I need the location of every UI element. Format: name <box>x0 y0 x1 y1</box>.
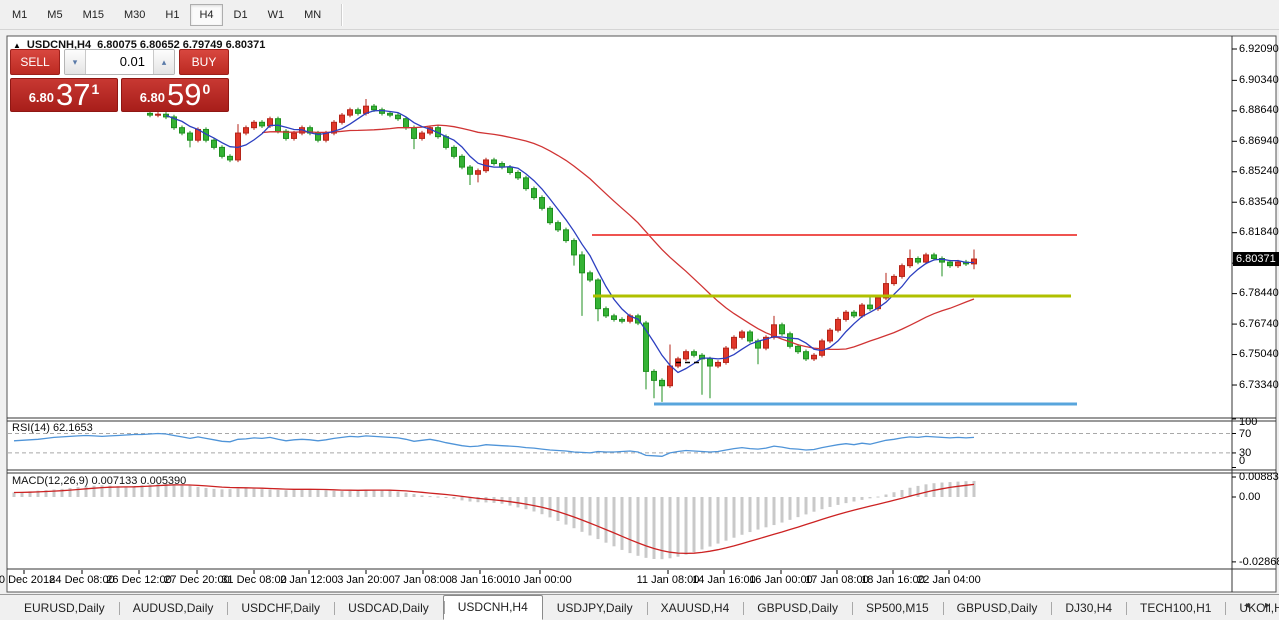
chart-tab-gbpusd-daily[interactable]: GBPUSD,Daily <box>943 597 1052 620</box>
one-click-price-row: 6.80 37 1 6.80 59 0 <box>10 78 229 112</box>
svg-text:18 Jan 16:00: 18 Jan 16:00 <box>861 574 925 586</box>
indicator-axis-label: 70 <box>1239 428 1251 440</box>
svg-text:16 Jan 00:00: 16 Jan 00:00 <box>749 574 813 586</box>
buy-price-pip: 0 <box>203 80 211 97</box>
svg-text:22 Jan 04:00: 22 Jan 04:00 <box>917 574 981 586</box>
sell-price-big: 37 <box>56 81 90 109</box>
svg-text:14 Jan 16:00: 14 Jan 16:00 <box>692 574 756 586</box>
macd-label: MACD(12,26,9) 0.007133 0.005390 <box>12 475 186 487</box>
price-tick-label: 6.75040 <box>1239 348 1279 360</box>
svg-text:10 Jan 00:00: 10 Jan 00:00 <box>508 574 572 586</box>
svg-text:7 Jan 08:00: 7 Jan 08:00 <box>394 574 452 586</box>
lot-size-stepper: ▾ 0.01 ▴ <box>64 49 175 75</box>
svg-text:20 Dec 2018: 20 Dec 2018 <box>0 574 55 586</box>
indicator-axis-label: 0 <box>1239 455 1245 467</box>
svg-text:11 Jan 08:00: 11 Jan 08:00 <box>637 574 700 586</box>
triangle-up-icon: ▴ <box>162 57 167 67</box>
chart-tab-sp500-m15[interactable]: SP500,M15 <box>852 597 943 620</box>
chart-tab-usdcnh-h4[interactable]: USDCNH,H4 <box>443 595 543 620</box>
buy-price-big: 59 <box>167 81 201 109</box>
chart-tab-gbpusd-daily[interactable]: GBPUSD,Daily <box>743 597 852 620</box>
lot-decrease-button[interactable]: ▾ <box>65 50 86 74</box>
sell-price-panel[interactable]: 6.80 37 1 <box>10 78 118 112</box>
price-tick-label: 6.88640 <box>1239 104 1279 116</box>
price-tick-label: 6.83540 <box>1239 196 1279 208</box>
chart-tab-audusd-daily[interactable]: AUDUSD,Daily <box>119 597 228 620</box>
price-tick-label: 6.85240 <box>1239 165 1279 177</box>
svg-text:26 Dec 12:00: 26 Dec 12:00 <box>106 574 171 586</box>
svg-text:24 Dec 08:00: 24 Dec 08:00 <box>49 574 114 586</box>
price-tick-label: 6.92090 <box>1239 43 1279 55</box>
price-tick-label: 6.73340 <box>1239 379 1279 391</box>
price-tick-label: 6.76740 <box>1239 318 1279 330</box>
chart-tab-xauusd-h4[interactable]: XAUUSD,H4 <box>647 597 744 620</box>
one-click-trading-panel: SELL ▾ 0.01 ▴ BUY 6.80 37 1 6.80 59 0 <box>10 49 229 112</box>
price-tick-label: 6.86940 <box>1239 135 1279 147</box>
sell-price-prefix: 6.80 <box>29 90 54 105</box>
tab-scroll-arrows: ◂ ▸ <box>1241 598 1273 613</box>
chart-tab-usdchf-daily[interactable]: USDCHF,Daily <box>227 597 334 620</box>
one-click-order-row: SELL ▾ 0.01 ▴ BUY <box>10 49 229 75</box>
svg-text:27 Dec 20:00: 27 Dec 20:00 <box>164 574 229 586</box>
indicator-axis-label: 0.00 <box>1239 491 1260 503</box>
rsi-label: RSI(14) 62.1653 <box>12 422 93 434</box>
buy-button[interactable]: BUY <box>179 49 229 75</box>
svg-text:2 Jan 12:00: 2 Jan 12:00 <box>280 574 338 586</box>
chart-tab-dj30-h4[interactable]: DJ30,H4 <box>1051 597 1126 620</box>
chart-tab-eurusd-daily[interactable]: EURUSD,Daily <box>10 597 119 620</box>
chart-tab-tech100-h1[interactable]: TECH100,H1 <box>1126 597 1225 620</box>
svg-text:17 Jan 08:00: 17 Jan 08:00 <box>805 574 869 586</box>
sell-button[interactable]: SELL <box>10 49 60 75</box>
indicator-axis-label: 100 <box>1239 416 1257 428</box>
price-tick-label: 6.90340 <box>1239 74 1279 86</box>
svg-text:31 Dec 08:00: 31 Dec 08:00 <box>221 574 286 586</box>
lot-size-value[interactable]: 0.01 <box>86 50 153 74</box>
sell-price-pip: 1 <box>92 80 100 97</box>
price-axis[interactable]: 6.92090 6.90340 6.88640 6.86940 6.85240 6.835… <box>1233 36 1277 592</box>
svg-text:8 Jan 16:00: 8 Jan 16:00 <box>451 574 509 586</box>
svg-text:3 Jan 20:00: 3 Jan 20:00 <box>337 574 395 586</box>
lot-increase-button[interactable]: ▴ <box>153 50 174 74</box>
chart-tab-usdjpy-daily[interactable]: USDJPY,Daily <box>543 597 647 620</box>
chart-tabs: EURUSD,DailyAUDUSD,DailyUSDCHF,DailyUSDC… <box>10 595 1279 620</box>
buy-price-panel[interactable]: 6.80 59 0 <box>121 78 229 112</box>
mt4-window: M1M5M15M30H1H4D1W1MN 20 Dec 201824 Dec 0… <box>0 0 1279 620</box>
triangle-down-icon: ▾ <box>73 57 78 67</box>
chart-tab-usdcad-daily[interactable]: USDCAD,Daily <box>334 597 443 620</box>
indicator-axis-label: -0.028683 <box>1239 556 1279 568</box>
tab-scroll-left-icon[interactable]: ◂ <box>1241 598 1252 613</box>
price-tick-label: 6.78440 <box>1239 287 1279 299</box>
buy-price-prefix: 6.80 <box>140 90 165 105</box>
indicator-axis-label: 0.008839 <box>1239 471 1279 483</box>
tab-scroll-right-icon[interactable]: ▸ <box>1262 598 1273 613</box>
chart-tab-bar: EURUSD,DailyAUDUSD,DailyUSDCHF,DailyUSDC… <box>0 594 1279 620</box>
current-price-tag: 6.80371 <box>1233 252 1279 266</box>
price-tick-label: 6.81840 <box>1239 226 1279 238</box>
